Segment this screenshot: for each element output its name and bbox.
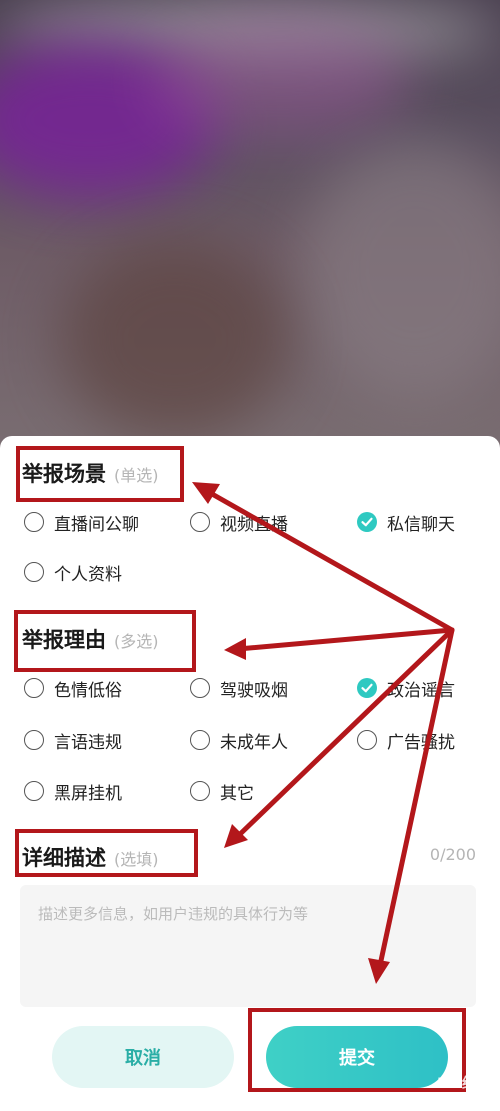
scene-option-public-chat[interactable]: 直播间公聊 [24, 508, 139, 536]
option-label: 个人资料 [54, 564, 122, 585]
option-label: 私信聊天 [387, 514, 455, 535]
radio-icon [190, 678, 210, 698]
radio-icon [24, 562, 44, 582]
bg-blur-brown [60, 240, 290, 440]
radio-icon [24, 781, 44, 801]
option-label: 直播间公聊 [54, 514, 139, 535]
reason-option-vulgar[interactable]: 色情低俗 [24, 674, 122, 702]
annotation-box-submit [248, 1008, 466, 1092]
description-placeholder: 描述更多信息，如用户违规的具体行为等 [38, 905, 309, 923]
cancel-button[interactable]: 取消 [52, 1026, 234, 1088]
radio-icon [24, 730, 44, 750]
radio-icon [190, 730, 210, 750]
reason-option-verbal-violation[interactable]: 言语违规 [24, 726, 122, 754]
scene-option-video-live[interactable]: 视频直播 [190, 508, 288, 536]
option-label: 政治谣言 [387, 680, 455, 701]
reason-option-other[interactable]: 其它 [190, 777, 254, 805]
annotation-box-description [15, 829, 198, 877]
watermark-logo: Bai经验 [437, 1076, 490, 1092]
reason-option-black-screen[interactable]: 黑屏挂机 [24, 777, 122, 805]
scene-option-private-chat[interactable]: 私信聊天 [357, 508, 455, 536]
option-label: 其它 [220, 783, 254, 804]
blurred-video-background [0, 0, 500, 460]
checked-radio-icon [357, 678, 377, 698]
reason-option-ad-harassment[interactable]: 广告骚扰 [357, 726, 455, 754]
annotation-box-reason [14, 610, 196, 672]
annotation-box-scene [16, 446, 184, 502]
radio-icon [190, 512, 210, 532]
radio-icon [357, 730, 377, 750]
radio-icon [190, 781, 210, 801]
option-label: 广告骚扰 [387, 732, 455, 753]
radio-icon [24, 512, 44, 532]
bg-blur-grey [300, 140, 500, 400]
option-label: 黑屏挂机 [54, 783, 122, 804]
reason-option-minor[interactable]: 未成年人 [190, 726, 288, 754]
option-label: 言语违规 [54, 732, 122, 753]
option-label: 未成年人 [220, 732, 288, 753]
option-label: 色情低俗 [54, 680, 122, 701]
radio-icon [24, 678, 44, 698]
checked-radio-icon [357, 512, 377, 532]
scene-option-profile[interactable]: 个人资料 [24, 558, 122, 586]
reason-option-political-rumor[interactable]: 政治谣言 [357, 674, 455, 702]
char-counter: 0/200 [429, 845, 476, 864]
bg-blur-pink [150, 20, 410, 140]
option-label: 驾驶吸烟 [220, 680, 288, 701]
reason-option-driving-smoking[interactable]: 驾驶吸烟 [190, 674, 288, 702]
option-label: 视频直播 [220, 514, 288, 535]
description-textarea[interactable]: 描述更多信息，如用户违规的具体行为等 [20, 885, 476, 1007]
